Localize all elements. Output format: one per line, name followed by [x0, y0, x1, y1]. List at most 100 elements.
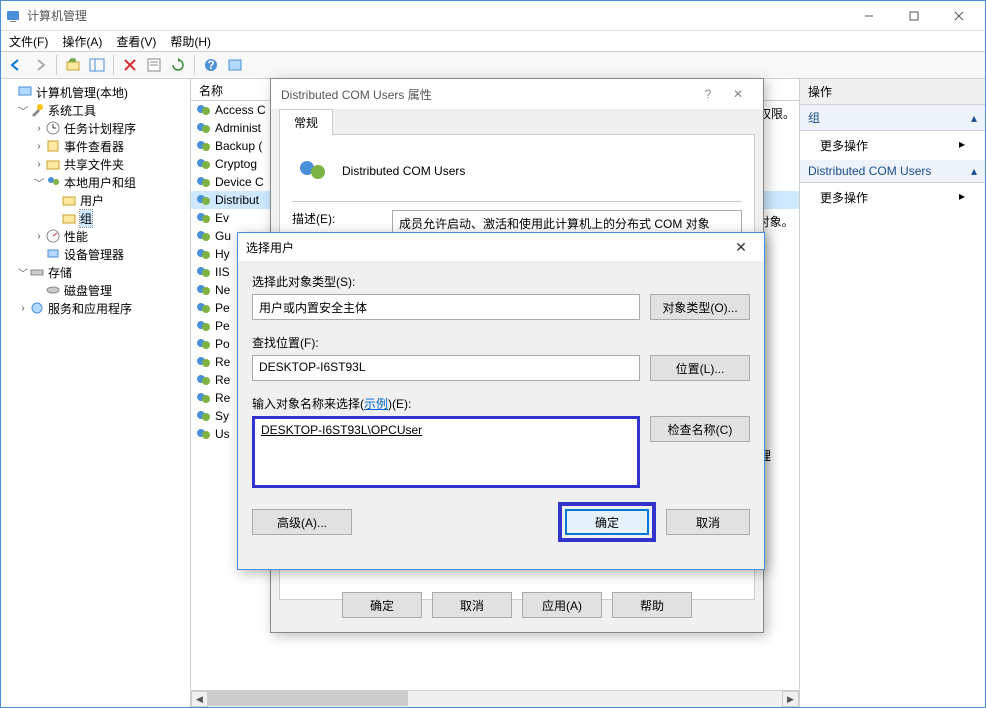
tree-performance[interactable]: ›性能: [3, 227, 188, 245]
tab-general[interactable]: 常规: [279, 109, 333, 135]
tree-groups[interactable]: 组: [3, 209, 188, 227]
list-item-name: Re: [215, 355, 230, 369]
show-hide-tree-button[interactable]: [86, 54, 108, 76]
properties-button[interactable]: [143, 54, 165, 76]
refresh-button[interactable]: [167, 54, 189, 76]
menu-help[interactable]: 帮助(H): [170, 33, 211, 49]
ok-highlight: 确定: [558, 502, 656, 542]
apply-button[interactable]: 应用(A): [522, 592, 602, 618]
scroll-right-button[interactable]: ▶: [782, 691, 799, 707]
computer-icon: [17, 84, 33, 100]
action-more-1[interactable]: 更多操作▸: [800, 131, 985, 160]
tab-strip: 常规: [271, 108, 763, 134]
tree-task-scheduler[interactable]: ›任务计划程序: [3, 119, 188, 137]
list-item-name: Access C: [215, 103, 266, 117]
group-icon: [195, 246, 211, 262]
ok-button[interactable]: 确定: [565, 509, 649, 535]
tree-device-manager[interactable]: 设备管理器: [3, 245, 188, 263]
group-icon: [195, 426, 211, 442]
action-section-dcom[interactable]: Distributed COM Users▴: [800, 160, 985, 183]
back-button[interactable]: [5, 54, 27, 76]
list-item-name: Ne: [215, 283, 230, 297]
tree-users[interactable]: 用户: [3, 191, 188, 209]
object-type-field: 用户或内置安全主体: [252, 294, 640, 320]
tree-root[interactable]: 计算机管理(本地): [3, 83, 188, 101]
scroll-track[interactable]: [208, 691, 782, 707]
list-item-name: Gu: [215, 229, 231, 243]
delete-button[interactable]: [119, 54, 141, 76]
chevron-right-icon: ▸: [959, 189, 965, 206]
object-names-label: 输入对象名称来选择(示例)(E):: [252, 395, 750, 412]
close-button[interactable]: ✕: [723, 87, 753, 101]
tree-disk-management[interactable]: 磁盘管理: [3, 281, 188, 299]
object-types-button[interactable]: 对象类型(O)...: [650, 294, 750, 320]
services-icon: [29, 300, 45, 316]
tree-local-users-groups[interactable]: ﹀本地用户和组: [3, 173, 188, 191]
object-type-label: 选择此对象类型(S):: [252, 273, 750, 290]
list-item-name: Pe: [215, 319, 230, 333]
close-button[interactable]: ✕: [726, 239, 756, 256]
group-icon: [195, 138, 211, 154]
object-names-input[interactable]: DESKTOP-I6ST93L\OPCUser: [252, 416, 640, 488]
group-header: Distributed COM Users: [292, 147, 742, 195]
tree-system-tools[interactable]: ﹀系统工具: [3, 101, 188, 119]
help-button[interactable]: ?: [200, 54, 222, 76]
share-icon: [45, 156, 61, 172]
group-icon: [195, 390, 211, 406]
select-body: 选择此对象类型(S): 用户或内置安全主体 对象类型(O)... 查找位置(F)…: [238, 261, 764, 554]
group-icon: [195, 300, 211, 316]
cancel-button[interactable]: 取消: [432, 592, 512, 618]
extra-button[interactable]: [224, 54, 246, 76]
list-item-name: IIS: [215, 265, 230, 279]
menu-action[interactable]: 操作(A): [62, 33, 102, 49]
group-icon: [296, 155, 328, 187]
help-button[interactable]: ?: [693, 87, 723, 101]
close-button[interactable]: [936, 1, 981, 30]
menu-file[interactable]: 文件(F): [9, 33, 48, 49]
locations-button[interactable]: 位置(L)...: [650, 355, 750, 381]
group-icon: [195, 354, 211, 370]
perf-icon: [45, 228, 61, 244]
cancel-button[interactable]: 取消: [666, 509, 750, 535]
up-button[interactable]: [62, 54, 84, 76]
actions-header: 操作: [800, 79, 985, 105]
help-button[interactable]: 帮助: [612, 592, 692, 618]
list-item-name: Backup (: [215, 139, 262, 153]
menu-view[interactable]: 查看(V): [116, 33, 156, 49]
minimize-button[interactable]: [846, 1, 891, 30]
check-names-button[interactable]: 检查名称(C): [650, 416, 750, 442]
group-icon: [195, 192, 211, 208]
select-title: 选择用户: [246, 239, 726, 256]
properties-buttons: 确定 取消 应用(A) 帮助: [271, 584, 763, 626]
group-icon: [195, 102, 211, 118]
forward-button[interactable]: [29, 54, 51, 76]
storage-icon: [29, 264, 45, 280]
list-item-name: Re: [215, 373, 230, 387]
clock-icon: [45, 120, 61, 136]
select-titlebar: 选择用户 ✕: [238, 233, 764, 261]
maximize-button[interactable]: [891, 1, 936, 30]
tree-event-viewer[interactable]: ›事件查看器: [3, 137, 188, 155]
scroll-thumb[interactable]: [208, 691, 408, 706]
ok-button[interactable]: 确定: [342, 592, 422, 618]
example-link[interactable]: 示例: [364, 397, 388, 411]
toolbar-separator: [194, 55, 195, 75]
properties-titlebar: Distributed COM Users 属性 ? ✕: [271, 79, 763, 109]
app-icon: [5, 8, 21, 24]
toolbar: ?: [1, 51, 985, 79]
toolbar-separator: [56, 55, 57, 75]
folder-icon: [61, 210, 77, 226]
list-item-name: Po: [215, 337, 230, 351]
properties-title: Distributed COM Users 属性: [281, 86, 693, 103]
advanced-button[interactable]: 高级(A)...: [252, 509, 352, 535]
horizontal-scrollbar[interactable]: ◀ ▶: [191, 690, 799, 707]
action-section-groups[interactable]: 组▴: [800, 105, 985, 131]
group-icon: [195, 336, 211, 352]
tree-shared-folders[interactable]: ›共享文件夹: [3, 155, 188, 173]
tree-storage[interactable]: ﹀存储: [3, 263, 188, 281]
tree-services-apps[interactable]: ›服务和应用程序: [3, 299, 188, 317]
action-more-2[interactable]: 更多操作▸: [800, 183, 985, 212]
menubar: 文件(F) 操作(A) 查看(V) 帮助(H): [1, 31, 985, 51]
scroll-left-button[interactable]: ◀: [191, 691, 208, 707]
list-item-name: Us: [215, 427, 230, 441]
